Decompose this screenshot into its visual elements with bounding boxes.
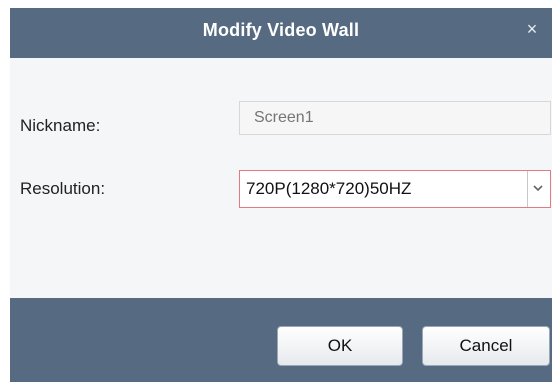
dialog-title: Modify Video Wall [202, 20, 360, 40]
dialog-body: Nickname: Resolution: 720P(1280*720)50HZ [10, 58, 552, 298]
nickname-label: Nickname: [20, 116, 101, 135]
ok-button[interactable]: OK [277, 326, 403, 366]
resolution-label: Resolution: [20, 179, 106, 198]
close-button[interactable]: × [520, 17, 544, 41]
resolution-dropdown[interactable]: 720P(1280*720)50HZ [239, 170, 551, 208]
close-icon: × [526, 19, 538, 39]
cancel-button[interactable]: Cancel [422, 326, 550, 366]
nickname-field[interactable] [239, 101, 551, 135]
modify-video-wall-dialog: Modify Video Wall × Nickname: Resolution… [0, 0, 552, 382]
dialog-title-bar: Modify Video Wall × [10, 8, 552, 58]
resolution-selected-value: 720P(1280*720)50HZ [246, 179, 412, 198]
chevron-down-icon [533, 185, 543, 192]
resolution-dropdown-toggle[interactable] [527, 171, 550, 207]
dialog-footer: OK Cancel [10, 298, 552, 382]
